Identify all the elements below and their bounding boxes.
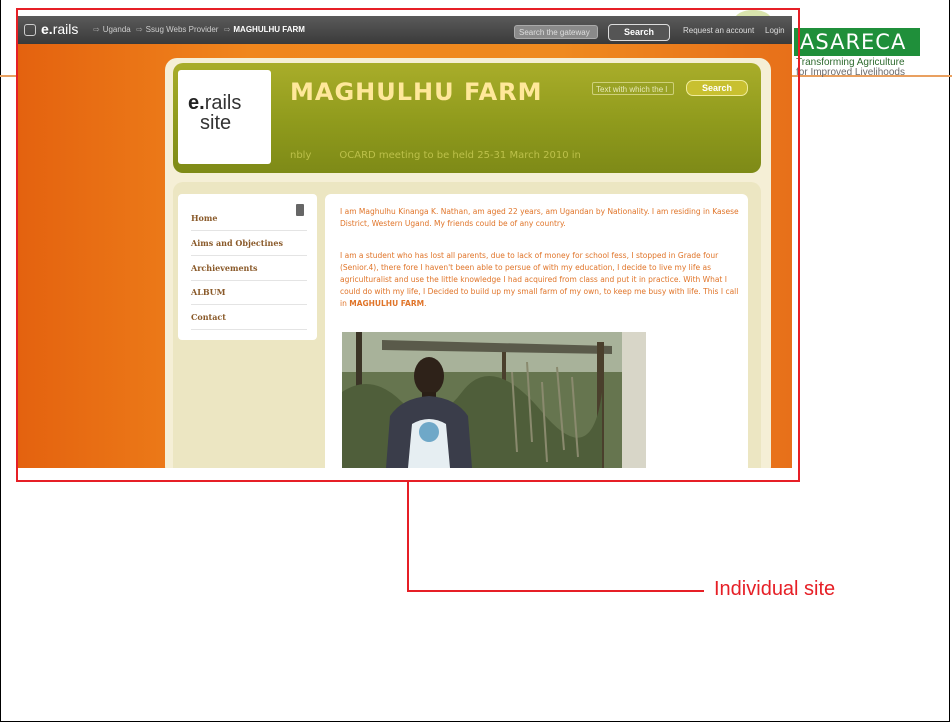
callout-line-horizontal (407, 590, 704, 592)
callout-label: Individual site (714, 578, 836, 600)
highlight-box (16, 8, 800, 482)
asareca-tagline: Transforming Agriculture for Improved Li… (796, 58, 905, 78)
tagline-line-2: for Improved Livelihoods (796, 67, 905, 78)
asareca-logo: ASARECA (794, 28, 920, 56)
callout-line-vertical (407, 482, 409, 591)
